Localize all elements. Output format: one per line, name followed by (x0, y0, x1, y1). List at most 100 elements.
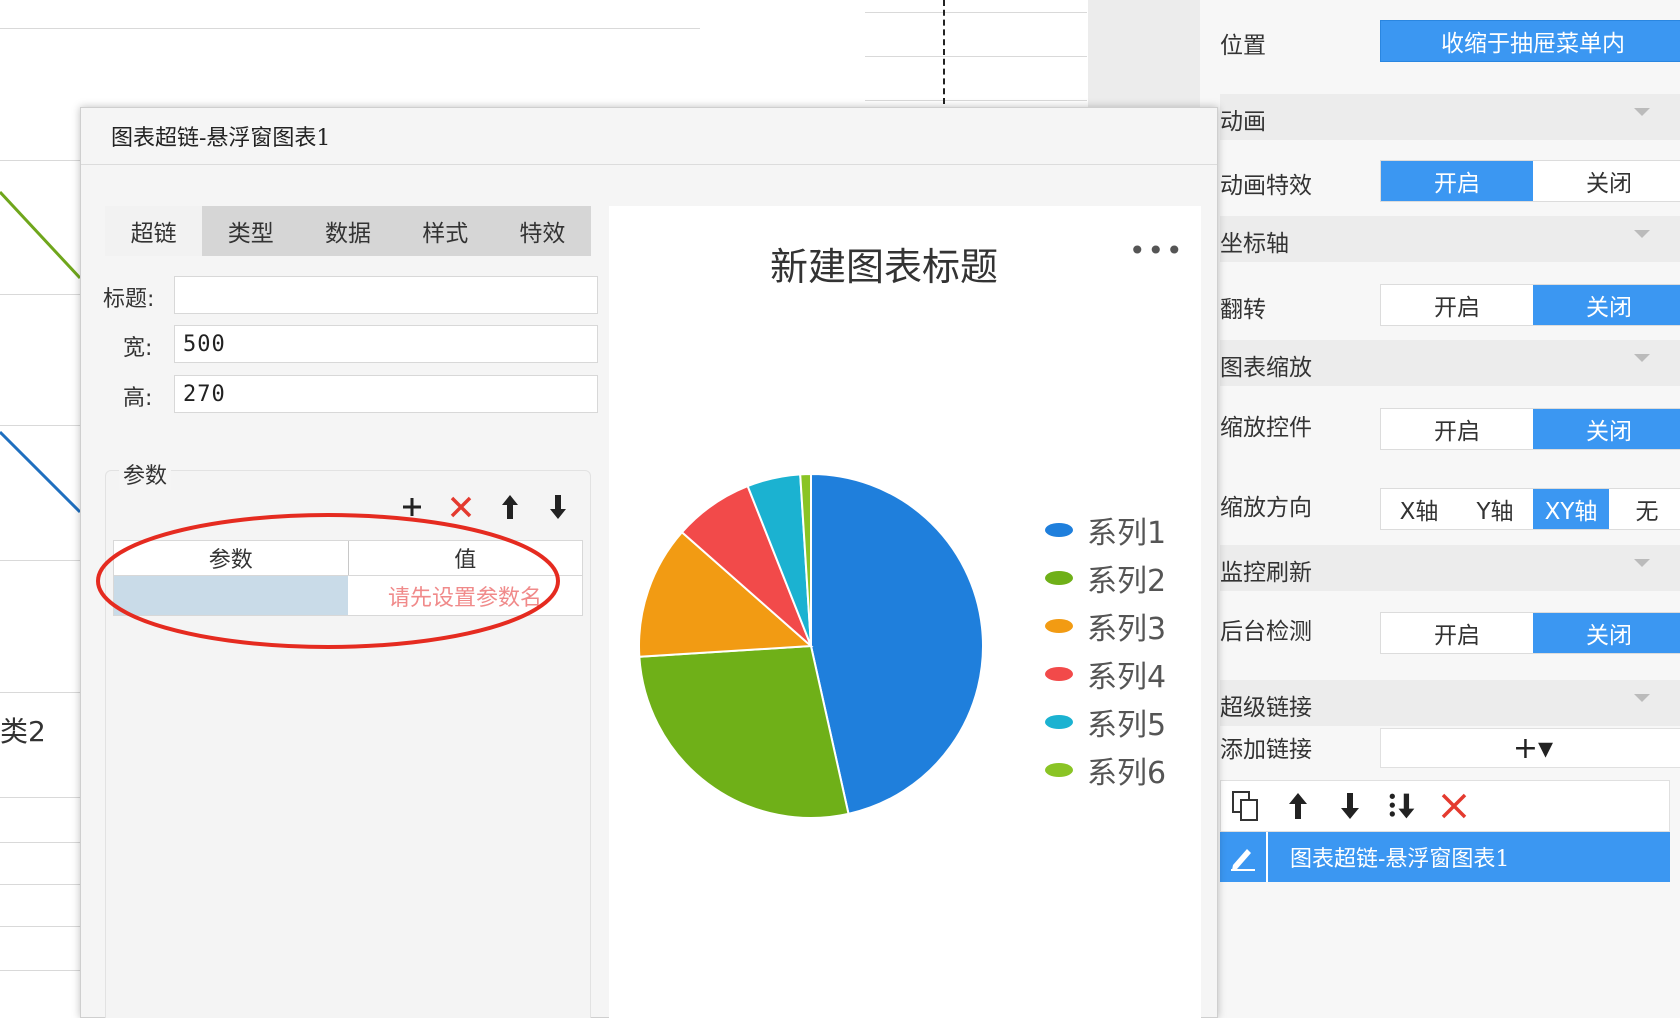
zoom-control-on[interactable]: 开启 (1381, 409, 1533, 449)
grid-line (0, 28, 700, 29)
move-up-icon[interactable] (1283, 789, 1313, 823)
grid-line (865, 12, 1087, 13)
animation-effect-off[interactable]: 关闭 (1533, 161, 1680, 201)
chevron-down-icon (1634, 354, 1650, 362)
grid-line (0, 926, 80, 927)
grid-line (0, 160, 80, 161)
background-check-label: 后台检测 (1220, 619, 1312, 645)
chart-legend: 系列1 系列2 系列3 系列4 系列5 系列6 (1045, 506, 1166, 794)
chart-preview: 新建图表标题 ••• 系列1 系列2 系列3 系列4 系列5 系列6 (609, 206, 1201, 1018)
zoom-control-off[interactable]: 关闭 (1533, 409, 1680, 449)
link-toolbar (1220, 780, 1670, 832)
legend-item-4[interactable]: 系列4 (1045, 650, 1166, 698)
legend-swatch (1045, 523, 1073, 537)
legend-item-6[interactable]: 系列6 (1045, 746, 1166, 794)
animation-effect-on[interactable]: 开启 (1381, 161, 1533, 201)
tab-style[interactable]: 样式 (397, 206, 494, 256)
legend-item-1[interactable]: 系列1 (1045, 506, 1166, 554)
grid-line (0, 842, 80, 843)
chart-hyperlink-dialog: 图表超链-悬浮窗图表1 超链 类型 数据 样式 特效 标题: 宽: 500 高:… (80, 107, 1218, 1018)
add-link-row: 添加链接 +▾ (1220, 728, 1680, 770)
legend-label: 系列1 (1087, 516, 1167, 551)
grid-line (0, 797, 80, 798)
link-item-label: 图表超链-悬浮窗图表1 (1290, 847, 1510, 872)
pie-slice-2[interactable] (638, 644, 850, 819)
height-input[interactable]: 270 (174, 375, 598, 413)
legend-item-3[interactable]: 系列3 (1045, 602, 1166, 650)
params-legend: 参数 (119, 458, 172, 490)
zoom-control-label: 缩放控件 (1220, 415, 1312, 441)
zoom-direction-xy[interactable]: XY轴 (1533, 489, 1609, 529)
zoom-direction-row: 缩放方向 X轴 Y轴 XY轴 无 (1220, 488, 1680, 530)
section-axis-title: 坐标轴 (1220, 231, 1289, 257)
section-animation[interactable]: 动画 (1220, 94, 1680, 140)
chevron-down-icon (1634, 694, 1650, 702)
legend-label: 系列5 (1087, 708, 1167, 743)
add-link-label: 添加链接 (1220, 737, 1312, 763)
dialog-tabs: 超链 类型 数据 样式 特效 (105, 206, 591, 256)
grid-line (865, 100, 1087, 101)
section-chart-zoom-title: 图表缩放 (1220, 355, 1312, 381)
section-hyperlink[interactable]: 超级链接 (1220, 680, 1680, 726)
red-ellipse-annotation (96, 513, 560, 649)
dialog-title: 图表超链-悬浮窗图表1 (81, 108, 1217, 165)
background-check-toggle: 开启 关闭 (1380, 612, 1680, 654)
add-link-button[interactable]: +▾ (1380, 728, 1680, 768)
grid-line (865, 56, 1087, 57)
more-options-icon[interactable]: ••• (1129, 234, 1185, 267)
section-axis[interactable]: 坐标轴 (1220, 216, 1680, 262)
animation-effect-label: 动画特效 (1220, 173, 1312, 199)
chevron-down-icon (1634, 108, 1650, 116)
zoom-control-toggle: 开启 关闭 (1380, 408, 1680, 450)
chevron-down-icon (1634, 230, 1650, 238)
copy-icon[interactable] (1231, 789, 1261, 823)
width-input[interactable]: 500 (174, 325, 598, 363)
flip-on[interactable]: 开启 (1381, 285, 1533, 325)
background-chart-lines (0, 190, 80, 514)
background-label: 类2 (0, 715, 46, 748)
flip-off[interactable]: 关闭 (1533, 285, 1680, 325)
zoom-direction-x[interactable]: X轴 (1381, 489, 1457, 529)
legend-swatch (1045, 619, 1073, 633)
tab-data[interactable]: 数据 (299, 206, 396, 256)
animation-effect-row: 动画特效 开启 关闭 (1220, 160, 1680, 202)
zoom-direction-y[interactable]: Y轴 (1457, 489, 1533, 529)
background-check-off[interactable]: 关闭 (1533, 613, 1680, 653)
link-list-item[interactable]: 图表超链-悬浮窗图表1 (1220, 832, 1670, 882)
dashed-divider (943, 0, 945, 104)
move-down-icon[interactable] (1335, 789, 1365, 823)
position-label: 位置 (1220, 33, 1266, 59)
zoom-direction-none[interactable]: 无 (1609, 489, 1680, 529)
title-input[interactable] (174, 276, 598, 314)
property-panel: 位置 收缩于抽屉菜单内 动画 动画特效 开启 关闭 坐标轴 翻转 开启 关闭 图… (1200, 0, 1680, 1018)
legend-item-2[interactable]: 系列2 (1045, 554, 1166, 602)
animation-effect-toggle: 开启 关闭 (1380, 160, 1680, 202)
section-monitor-refresh[interactable]: 监控刷新 (1220, 545, 1680, 591)
grid-line (0, 560, 80, 561)
tab-effects[interactable]: 特效 (494, 206, 591, 256)
legend-item-5[interactable]: 系列5 (1045, 698, 1166, 746)
flip-row: 翻转 开启 关闭 (1220, 284, 1680, 326)
legend-label: 系列3 (1087, 612, 1167, 647)
plus-dropdown-icon: +▾ (1512, 730, 1554, 766)
position-select[interactable]: 收缩于抽屉菜单内 (1380, 20, 1680, 62)
chevron-down-icon (1634, 559, 1650, 567)
edit-pencil-icon[interactable] (1220, 832, 1268, 882)
flip-toggle: 开启 关闭 (1380, 284, 1680, 326)
legend-swatch (1045, 715, 1073, 729)
title-field-label: 标题: (103, 287, 155, 312)
grid-line (0, 692, 80, 693)
chart-title: 新建图表标题 (769, 245, 998, 289)
move-to-bottom-icon[interactable] (1387, 789, 1417, 823)
zoom-direction-toggle: X轴 Y轴 XY轴 无 (1380, 488, 1680, 530)
section-monitor-refresh-title: 监控刷新 (1220, 560, 1312, 586)
background-check-on[interactable]: 开启 (1381, 613, 1533, 653)
legend-swatch (1045, 667, 1073, 681)
tab-type[interactable]: 类型 (202, 206, 299, 256)
section-animation-title: 动画 (1220, 109, 1266, 135)
grid-line (0, 970, 80, 971)
section-chart-zoom[interactable]: 图表缩放 (1220, 340, 1680, 386)
delete-icon[interactable] (1439, 789, 1469, 823)
tab-hyperlink[interactable]: 超链 (105, 206, 203, 256)
grid-line (0, 884, 80, 885)
